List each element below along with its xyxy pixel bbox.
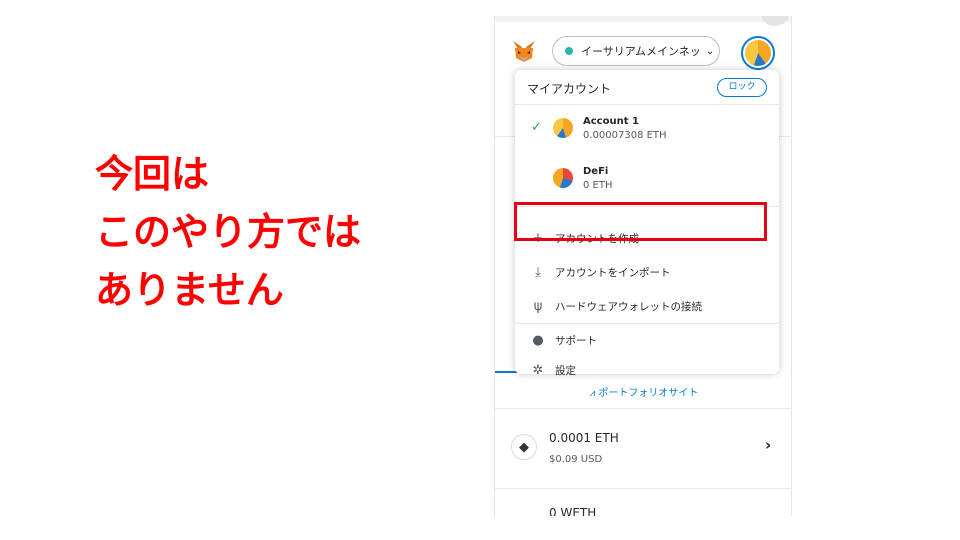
lock-button[interactable]: ロック — [717, 78, 767, 97]
account-balance: 0 ETH — [583, 180, 613, 191]
chat-icon: ● — [532, 332, 544, 348]
asset-row-eth[interactable]: ◆ 0.0001 ETH $0.09 USD › — [495, 408, 791, 488]
account-avatar-button[interactable] — [741, 36, 775, 70]
menu-title: マイアカウント — [527, 82, 612, 96]
portfolio-link-label: ポートフォリオサイト — [598, 388, 699, 399]
check-icon: ✓ — [531, 120, 542, 135]
account-item-defi[interactable]: DeFi 0 ETH — [515, 162, 779, 206]
chevron-right-icon: › — [765, 436, 772, 454]
menu-divider — [515, 323, 779, 324]
asset-next-label: 0 WETH — [549, 506, 597, 516]
account-1-avatar — [553, 118, 573, 138]
connect-hardware-wallet-item[interactable]: ψ ハードウェアウォレットの接続 — [515, 291, 779, 321]
account-balance: 0.00007308 ETH — [583, 130, 667, 141]
network-selector[interactable]: イーサリアムメインネッ... ⌄ — [552, 36, 720, 66]
account-identicon — [745, 40, 771, 66]
support-item[interactable]: ● サポート — [515, 325, 779, 355]
asset-divider-bottom — [495, 488, 791, 489]
network-status-dot — [565, 47, 573, 55]
menu-divider — [515, 104, 779, 105]
support-label: サポート — [555, 334, 597, 347]
asset-amount: 0.0001 ETH — [549, 431, 619, 445]
account-name: Account 1 — [583, 116, 639, 127]
annotation-line-3: ありません — [95, 268, 284, 312]
ethereum-icon: ◆ — [511, 434, 537, 460]
gear-icon: ✲ — [532, 362, 544, 378]
account-item-account-1[interactable]: ✓ Account 1 0.00007308 ETH — [515, 112, 779, 156]
wallet-window: イーサリアムメインネッ... ⌄ ⩘ ポートフォリオサイト ◆ 0.0001 E… — [494, 16, 792, 516]
defi-avatar — [553, 168, 573, 188]
usb-icon: ψ — [533, 298, 543, 314]
browser-nub — [761, 16, 789, 26]
portfolio-site-link[interactable]: ⩘ ポートフォリオサイト — [495, 384, 791, 399]
account-name: DeFi — [583, 166, 609, 177]
settings-item[interactable]: ✲ 設定 — [515, 355, 779, 385]
connect-hardware-wallet-label: ハードウェアウォレットの接続 — [555, 300, 702, 313]
download-icon: ⤓ — [535, 264, 541, 280]
browser-strip — [495, 16, 791, 22]
annotation-text: 今回は このやり方では ありません — [95, 145, 361, 319]
highlight-box — [514, 202, 767, 241]
annotation-line-1: 今回は — [95, 152, 210, 196]
settings-label: 設定 — [555, 364, 576, 377]
metamask-fox-icon[interactable] — [511, 38, 537, 64]
asset-usd-value: $0.09 USD — [549, 454, 603, 465]
chevron-down-icon: ⌄ — [705, 45, 715, 57]
annotation-line-2: このやり方では — [95, 210, 362, 254]
network-label: イーサリアムメインネッ... — [581, 45, 701, 58]
import-account-label: アカウントをインポート — [555, 266, 671, 279]
import-account-item[interactable]: ⤓ アカウントをインポート — [515, 257, 779, 287]
